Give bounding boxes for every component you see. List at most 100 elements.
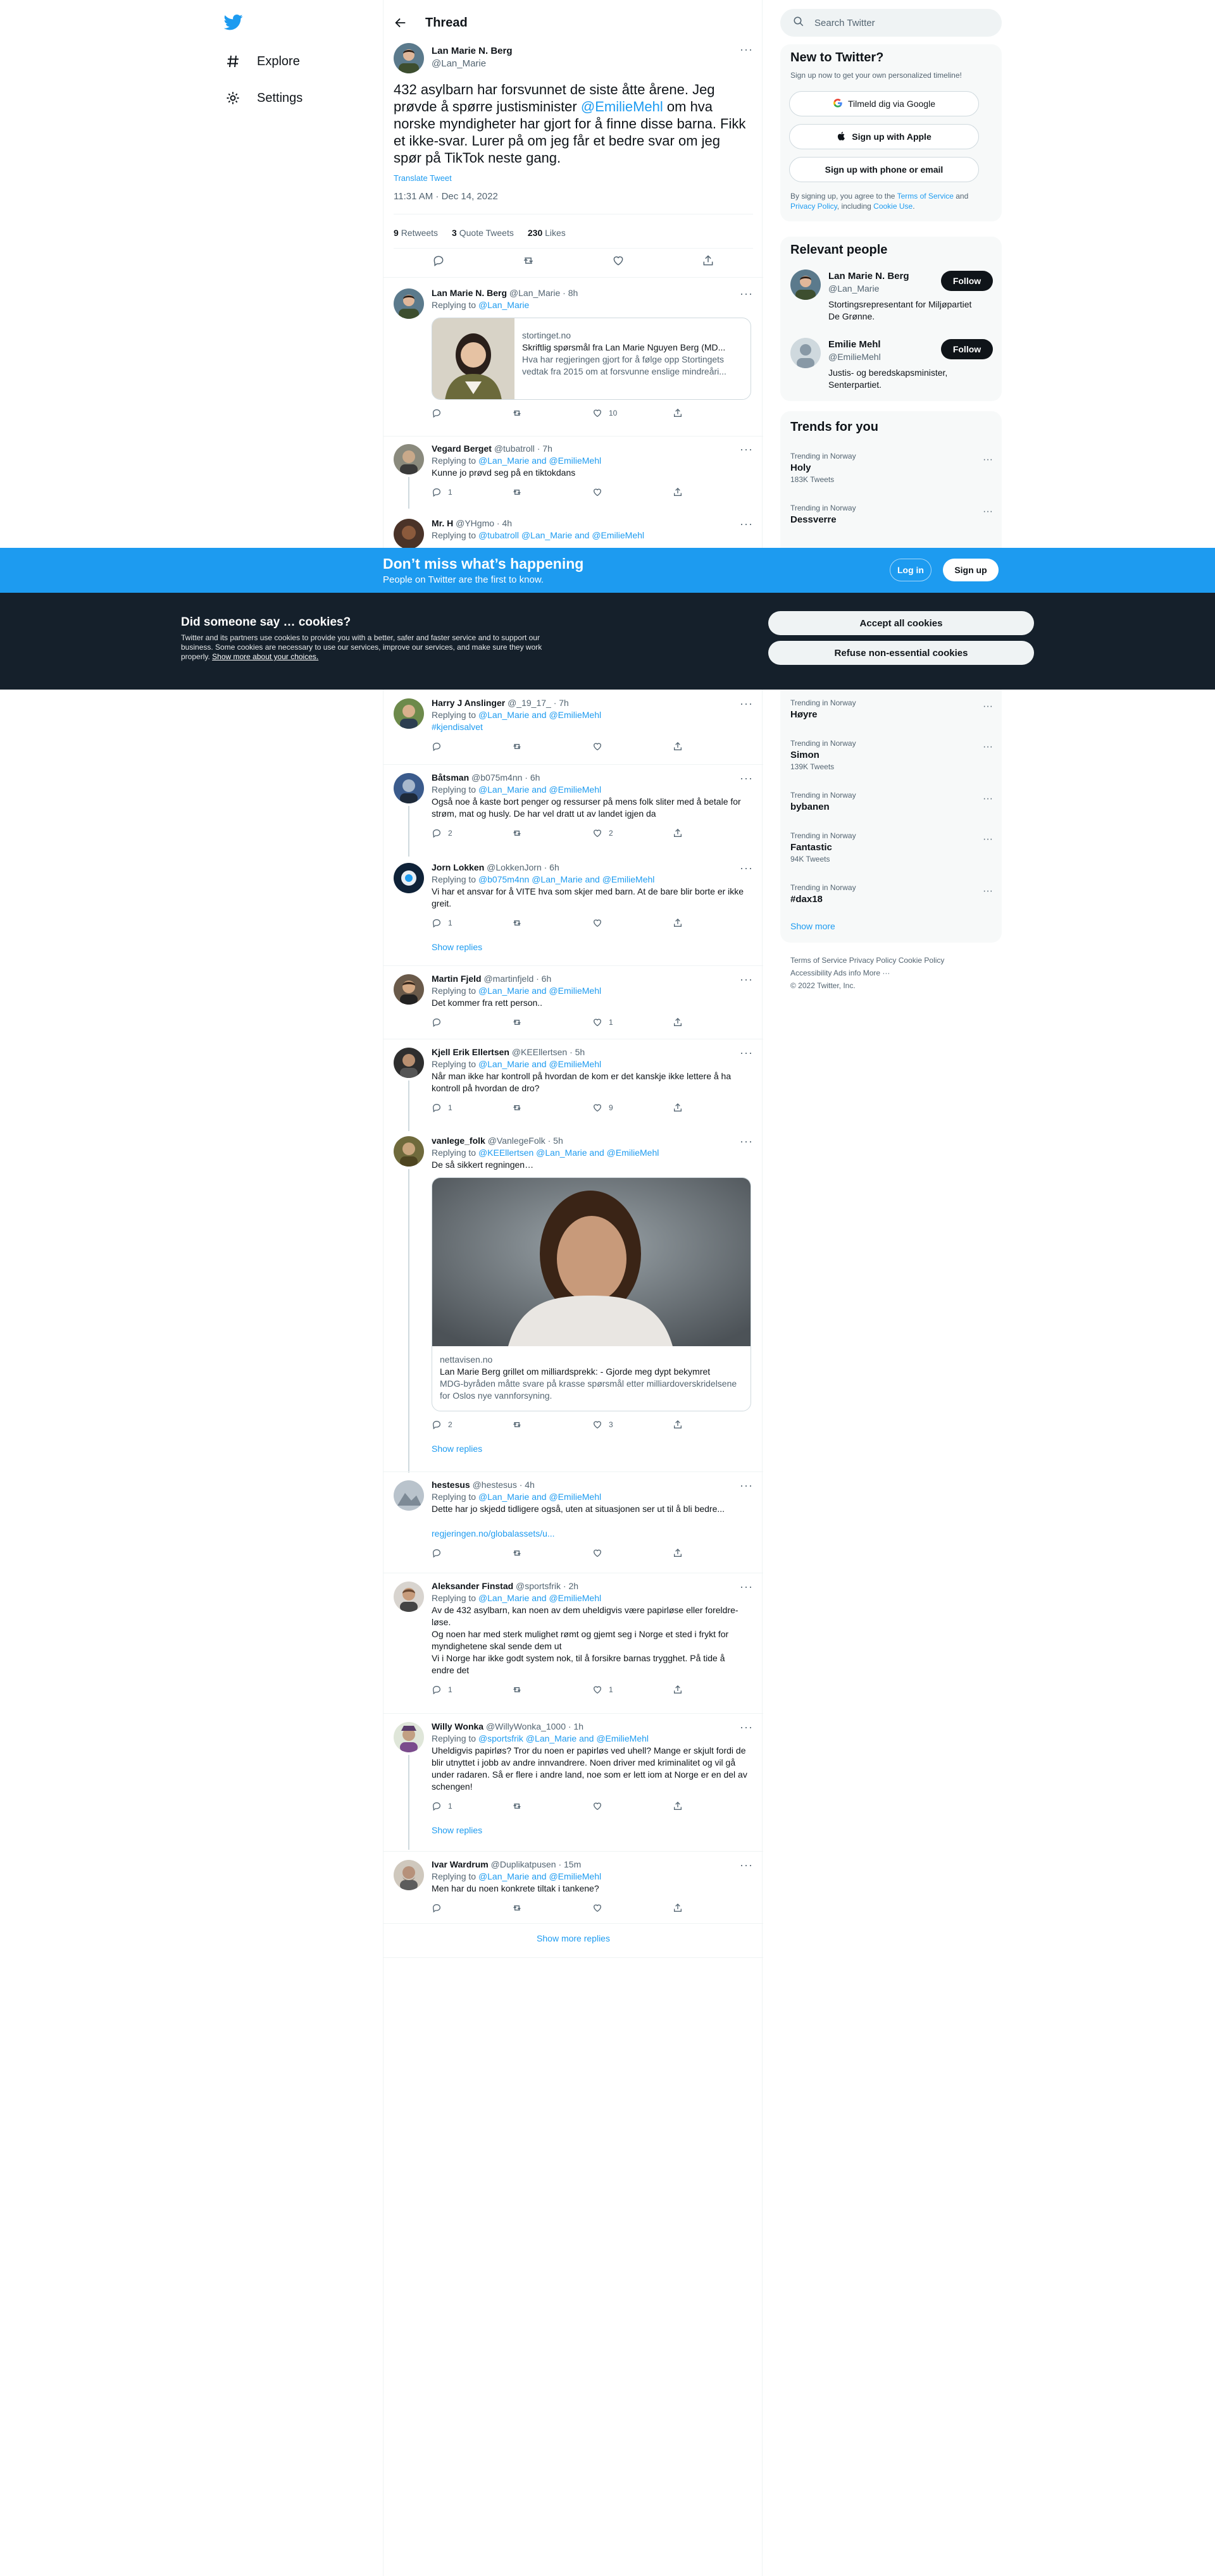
reply-button[interactable]: 2 — [432, 1419, 512, 1431]
share-button[interactable] — [673, 1801, 753, 1811]
focal-author-handle[interactable]: @Lan_Marie — [432, 58, 486, 69]
retweets-count[interactable]: 9 Retweets — [394, 228, 438, 238]
more-icon[interactable]: ··· — [983, 834, 993, 845]
person-card[interactable]: Emilie Mehl @EmilieMehl Follow Justis- o… — [780, 338, 1002, 401]
author-handle[interactable]: @VanlegeFolk · 5h — [488, 1136, 563, 1146]
show-more-replies-button[interactable]: Show more replies — [383, 1933, 763, 1943]
share-button[interactable] — [673, 828, 753, 838]
trend-item[interactable]: Trending in Norway Simon 139K Tweets ··· — [790, 739, 993, 771]
link-card[interactable]: nettavisen.no Lan Marie Berg grillet om … — [432, 1177, 751, 1411]
login-button[interactable]: Log in — [890, 559, 932, 581]
share-button[interactable] — [673, 1103, 753, 1113]
accept-cookies-button[interactable]: Accept all cookies — [768, 611, 1034, 635]
reply-tweet[interactable]: ··· vanlege_folk @VanlegeFolk · 5h Reply… — [383, 1129, 763, 1473]
reply-button[interactable]: 1 — [432, 1102, 512, 1114]
retweet-button[interactable] — [512, 487, 592, 497]
reply-tweet[interactable]: ··· hestesus @hestesus · 4h Replying to … — [383, 1473, 763, 1570]
person-card[interactable]: Lan Marie N. Berg @Lan_Marie Follow Stor… — [780, 269, 1002, 333]
like-button[interactable]: 9 — [592, 1102, 673, 1114]
show-more-trends-link[interactable]: Show more — [790, 921, 835, 931]
author-name[interactable]: Lan Marie N. Berg — [432, 288, 507, 298]
person-handle[interactable]: @Lan_Marie — [828, 283, 879, 294]
trend-item[interactable]: Trending in Norway #dax18 ··· — [790, 883, 993, 905]
show-replies-link[interactable]: Show replies — [432, 1824, 753, 1836]
nav-explore[interactable]: Explore — [224, 46, 300, 77]
retweet-button[interactable] — [512, 1903, 592, 1913]
cookie-choices-link[interactable]: Show more about your choices. — [212, 652, 318, 661]
avatar[interactable] — [394, 1582, 424, 1612]
share-button[interactable] — [673, 1685, 753, 1695]
mention-link[interactable]: @EmilieMehl — [581, 99, 663, 115]
retweet-button[interactable] — [512, 918, 592, 928]
avatar[interactable] — [394, 1480, 424, 1511]
footer-links-row[interactable]: Terms of Service Privacy Policy Cookie P… — [790, 954, 999, 967]
author-name[interactable]: Jorn Lokken — [432, 862, 484, 872]
retweet-button[interactable] — [512, 1685, 592, 1695]
more-icon[interactable]: ··· — [740, 772, 753, 785]
avatar[interactable] — [394, 773, 424, 803]
avatar[interactable] — [790, 269, 821, 300]
more-icon[interactable]: ··· — [983, 701, 993, 712]
avatar[interactable] — [394, 519, 424, 549]
reply-tweet[interactable]: ··· Lan Marie N. Berg @Lan_Marie · 8h Re… — [383, 281, 763, 437]
signup-button[interactable]: Sign up — [943, 559, 999, 581]
google-signup-button[interactable]: Tilmeld dig via Google — [789, 91, 979, 116]
tweet-timestamp[interactable]: 11:31 AM · Dec 14, 2022 — [394, 191, 498, 202]
reply-tweet[interactable]: ··· Aleksander Finstad @sportsfrik · 2h … — [383, 1574, 763, 1714]
like-button[interactable] — [592, 918, 673, 928]
more-icon[interactable]: ··· — [740, 697, 753, 710]
trend-item[interactable]: Trending in Norway bybanen ··· — [790, 791, 993, 812]
author-handle[interactable]: @Lan_Marie · 8h — [509, 288, 578, 298]
reply-tweet[interactable]: ··· Båtsman @b075m4nn · 6h Replying to @… — [383, 765, 763, 857]
more-icon[interactable]: ··· — [740, 1135, 753, 1148]
replying-to-link[interactable]: @tubatroll @Lan_Marie and @EmilieMehl — [478, 530, 644, 540]
more-icon[interactable]: ··· — [740, 973, 753, 986]
external-link[interactable]: regjeringen.no/globalassets/u... — [432, 1528, 753, 1540]
avatar[interactable] — [394, 974, 424, 1005]
like-button[interactable] — [592, 1903, 673, 1913]
more-icon[interactable]: ··· — [983, 741, 993, 753]
avatar[interactable] — [394, 1722, 424, 1752]
follow-button[interactable]: Follow — [941, 339, 993, 359]
author-handle[interactable]: @Duplikatpusen · 15m — [491, 1859, 582, 1869]
avatar[interactable] — [394, 863, 424, 893]
share-button[interactable] — [673, 741, 753, 752]
author-name[interactable]: Mr. H — [432, 518, 453, 528]
reply-button[interactable] — [432, 1548, 512, 1558]
more-icon[interactable]: ··· — [740, 43, 753, 56]
author-handle[interactable]: @KEEllertsen · 5h — [512, 1047, 585, 1057]
more-icon[interactable]: ··· — [740, 862, 753, 875]
translate-tweet-link[interactable]: Translate Tweet — [394, 173, 452, 183]
avatar[interactable] — [394, 43, 424, 73]
quote-tweets-count[interactable]: 3 Quote Tweets — [452, 228, 514, 238]
retweet-button[interactable] — [512, 1420, 592, 1430]
reply-tweet[interactable]: ··· Mr. H @YHgmo · 4h Replying to @tubat… — [383, 511, 763, 549]
replying-to-link[interactable]: @Lan_Marie and @EmilieMehl — [478, 986, 601, 996]
avatar[interactable] — [394, 288, 424, 319]
follow-button[interactable]: Follow — [941, 271, 993, 291]
reply-tweet[interactable]: ··· Martin Fjeld @martinfjeld · 6h Reply… — [383, 967, 763, 1037]
share-button[interactable] — [673, 1903, 753, 1913]
replying-to-link[interactable]: @Lan_Marie and @EmilieMehl — [478, 710, 601, 720]
person-handle[interactable]: @EmilieMehl — [828, 352, 881, 362]
twitter-logo-icon[interactable] — [223, 13, 247, 35]
likes-count[interactable]: 230 Likes — [528, 228, 566, 238]
search-input[interactable]: Search Twitter — [814, 18, 875, 28]
more-icon[interactable]: ··· — [983, 454, 993, 466]
more-icon[interactable]: ··· — [740, 287, 753, 300]
avatar[interactable] — [394, 1048, 424, 1078]
reply-button[interactable]: 1 — [432, 1800, 512, 1812]
cookie-use-link[interactable]: Cookie Use — [873, 202, 913, 211]
share-button[interactable] — [673, 487, 753, 497]
retweet-button[interactable] — [512, 408, 592, 418]
reply-button[interactable] — [432, 741, 512, 752]
reply-button[interactable] — [432, 1903, 512, 1913]
author-name[interactable]: vanlege_folk — [432, 1136, 485, 1146]
refuse-cookies-button[interactable]: Refuse non-essential cookies — [768, 641, 1034, 665]
reply-tweet[interactable]: ··· Jorn Lokken @LokkenJorn · 6h Replyin… — [383, 855, 763, 957]
hashtag-link[interactable]: #kjendisalvet — [432, 721, 753, 733]
retweet-icon[interactable] — [522, 254, 535, 269]
like-button[interactable] — [592, 487, 673, 497]
reply-button[interactable]: 1 — [432, 917, 512, 929]
author-name[interactable]: hestesus — [432, 1480, 470, 1490]
